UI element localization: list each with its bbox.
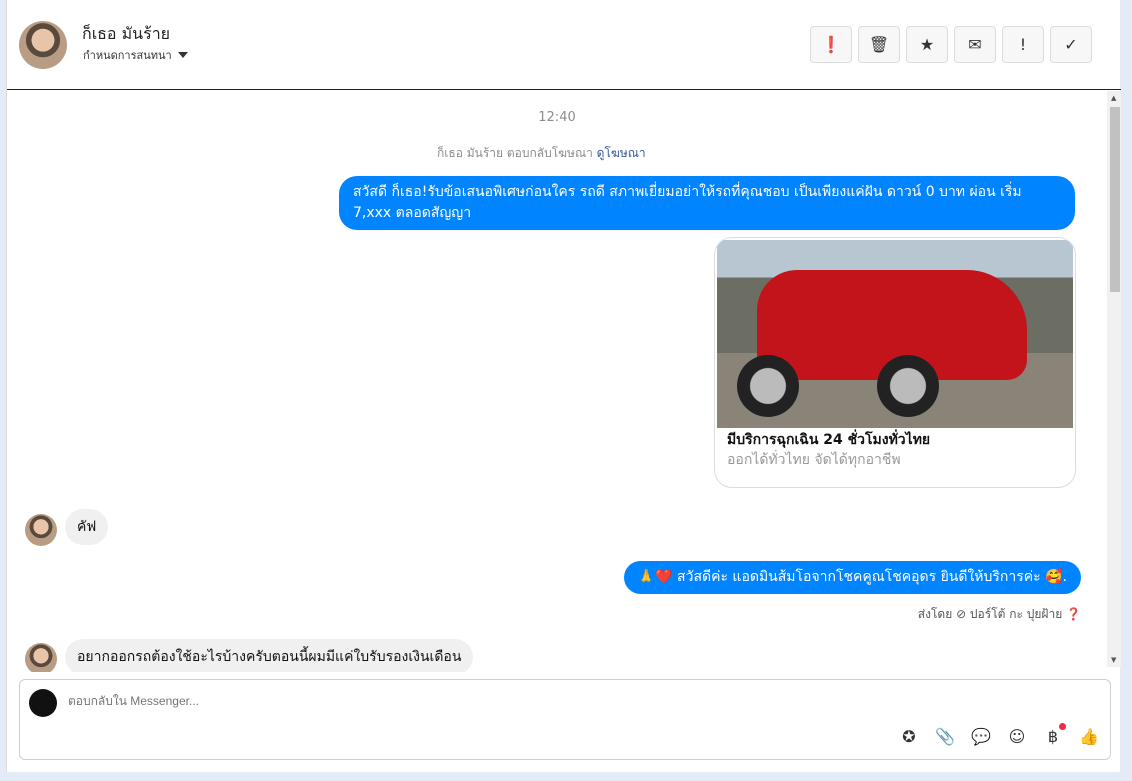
incoming-message: คัฟ bbox=[65, 509, 109, 545]
contact-name: ก็เธอ มันร้าย bbox=[82, 24, 171, 43]
mail-icon: ✉ bbox=[968, 35, 982, 54]
car-image bbox=[717, 240, 1073, 428]
avatar bbox=[25, 643, 57, 672]
alert-button[interactable]: ❗ bbox=[810, 26, 852, 63]
star-icon: ★ bbox=[919, 35, 935, 54]
outgoing-message: สวัสดี ก็เธอ!รับข้อเสนอพิเศษก่อนใคร รถดี… bbox=[339, 176, 1075, 230]
composer: ✪ 📎 💬 ☺ ฿ 👍 bbox=[19, 679, 1111, 760]
baht-icon: ฿ bbox=[1047, 727, 1059, 746]
caret-down-icon bbox=[177, 52, 188, 58]
scroll-down-icon[interactable]: ▼ bbox=[1111, 656, 1116, 664]
chat-bubble-icon: 💬 bbox=[971, 727, 991, 746]
notification-dot bbox=[1059, 723, 1066, 730]
timestamp: 12:40 bbox=[538, 110, 576, 125]
done-button[interactable]: ✓ bbox=[1050, 26, 1092, 63]
scroll-up-icon[interactable]: ▲ bbox=[1111, 94, 1116, 102]
delete-button[interactable]: 🗑 bbox=[858, 26, 900, 63]
ad-reply-text: ก็เธอ มันร้าย ตอบกลับโฆษณา bbox=[437, 146, 593, 160]
schedule-label: กำหนดการสนทนา bbox=[83, 49, 172, 62]
chat-button[interactable]: 💬 bbox=[970, 727, 992, 746]
like-icon: 👍 bbox=[1079, 727, 1099, 746]
outgoing-message: 🙏❤️ สวัสดีค่ะ แอดมินส้มโอจากโชคคูณโชคอุด… bbox=[623, 561, 1081, 594]
schedule-dropdown[interactable]: กำหนดการสนทนา bbox=[83, 46, 188, 64]
view-ad-link[interactable]: ดูโฆษณา bbox=[597, 146, 646, 160]
scrollbar[interactable]: ▲ ▼ bbox=[1107, 91, 1121, 667]
exclamation-icon: ! bbox=[1019, 35, 1027, 54]
emoji-icon: ☺ bbox=[1008, 727, 1026, 746]
page-avatar bbox=[29, 689, 57, 717]
scrollbar-thumb[interactable] bbox=[1110, 107, 1120, 292]
conversation-header: ก็เธอ มันร้าย กำหนดการสนทนา ❗ 🗑 ★ ✉ ! ✓ bbox=[7, 0, 1121, 90]
ad-reply-notice: ก็เธอ มันร้าย ตอบกลับโฆษณา ดูโฆษณา bbox=[437, 144, 646, 163]
conversation-panel: ก็เธอ มันร้าย กำหนดการสนทนา ❗ 🗑 ★ ✉ ! ✓ … bbox=[6, 0, 1121, 772]
emoji-button[interactable]: ☺ bbox=[1006, 727, 1028, 746]
card-title: มีบริการฉุกเฉิน 24 ชั่วโมงทั่วไทย bbox=[727, 432, 931, 448]
check-icon: ✓ bbox=[1064, 35, 1078, 54]
attachment-icon: 📎 bbox=[935, 727, 955, 746]
avatar bbox=[25, 514, 57, 546]
mark-unread-button[interactable]: ✉ bbox=[954, 26, 996, 63]
trash-icon: 🗑 bbox=[868, 35, 890, 54]
message-list: 12:40 ก็เธอ มันร้าย ตอบกลับโฆษณา ดูโฆษณา… bbox=[7, 91, 1107, 672]
attach-button[interactable]: 📎 bbox=[934, 727, 956, 746]
incoming-message: อยากออกรถต้องใช้อะไรบ้างครับตอนนี้ผมมีแค… bbox=[65, 639, 474, 672]
ad-card[interactable]: มีบริการฉุกเฉิน 24 ชั่วโมงทั่วไทย ออกได้… bbox=[714, 237, 1076, 488]
like-button[interactable]: 👍 bbox=[1078, 727, 1100, 746]
star-button[interactable]: ★ bbox=[906, 26, 948, 63]
saved-reply-button[interactable]: ✪ bbox=[898, 727, 920, 746]
saved-reply-icon: ✪ bbox=[902, 727, 916, 746]
card-subtitle: ออกได้ทั่วไทย จัดได้ทุกอาชีพ bbox=[727, 452, 901, 468]
payment-button[interactable]: ฿ bbox=[1042, 723, 1066, 746]
avatar[interactable] bbox=[19, 21, 67, 69]
reply-input[interactable] bbox=[68, 694, 868, 708]
sent-by-label: ส่งโดย ⊘ ปอร์โต้ กะ ปุยฝ้าย ❓ bbox=[917, 607, 1081, 621]
alert-circle-icon: ❗ bbox=[821, 35, 841, 54]
important-button[interactable]: ! bbox=[1002, 26, 1044, 63]
